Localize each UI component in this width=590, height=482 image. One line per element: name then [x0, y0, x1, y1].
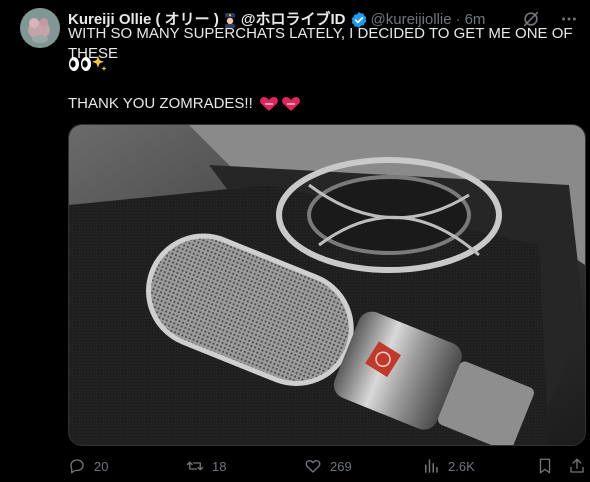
- reply-icon: [68, 457, 86, 475]
- share-icon: [568, 457, 586, 475]
- like-count: 269: [330, 458, 352, 474]
- tweet-line-1: WITH SO MANY SUPERCHATS LATELY, I DECIDE…: [68, 25, 573, 62]
- reply-count: 20: [94, 458, 109, 474]
- views-button[interactable]: 2.6K: [422, 457, 475, 475]
- views-icon: [422, 457, 440, 475]
- avatar[interactable]: [20, 8, 60, 48]
- bookmark-icon: [536, 457, 554, 475]
- heart-ribbon-emoji-icon: [259, 97, 300, 111]
- views-count: 2.6K: [448, 458, 475, 474]
- eyes-emoji-icon: [69, 56, 107, 71]
- tweet[interactable]: Kureiji Ollie ( オリー ) @ホロライブID @kureijio…: [0, 0, 590, 482]
- retweet-icon: [186, 457, 204, 475]
- thanks-text: THANK YOU ZOMRADES!!: [68, 95, 253, 112]
- like-icon: [304, 457, 322, 475]
- retweet-button[interactable]: 18: [186, 457, 226, 475]
- tweet-text: WITH SO MANY SUPERCHATS LATELY, I DECIDE…: [68, 25, 578, 114]
- tweet-line-2: THANK YOU ZOMRADES!!: [68, 94, 578, 114]
- bookmark-button[interactable]: [536, 457, 554, 475]
- reply-button[interactable]: 20: [68, 457, 108, 475]
- share-button[interactable]: [568, 457, 586, 475]
- tweet-actions: 20 18 269 2.6K: [68, 456, 584, 476]
- like-button[interactable]: 269: [304, 457, 352, 475]
- tweet-media-photo[interactable]: [68, 124, 586, 446]
- retweet-count: 18: [212, 458, 227, 474]
